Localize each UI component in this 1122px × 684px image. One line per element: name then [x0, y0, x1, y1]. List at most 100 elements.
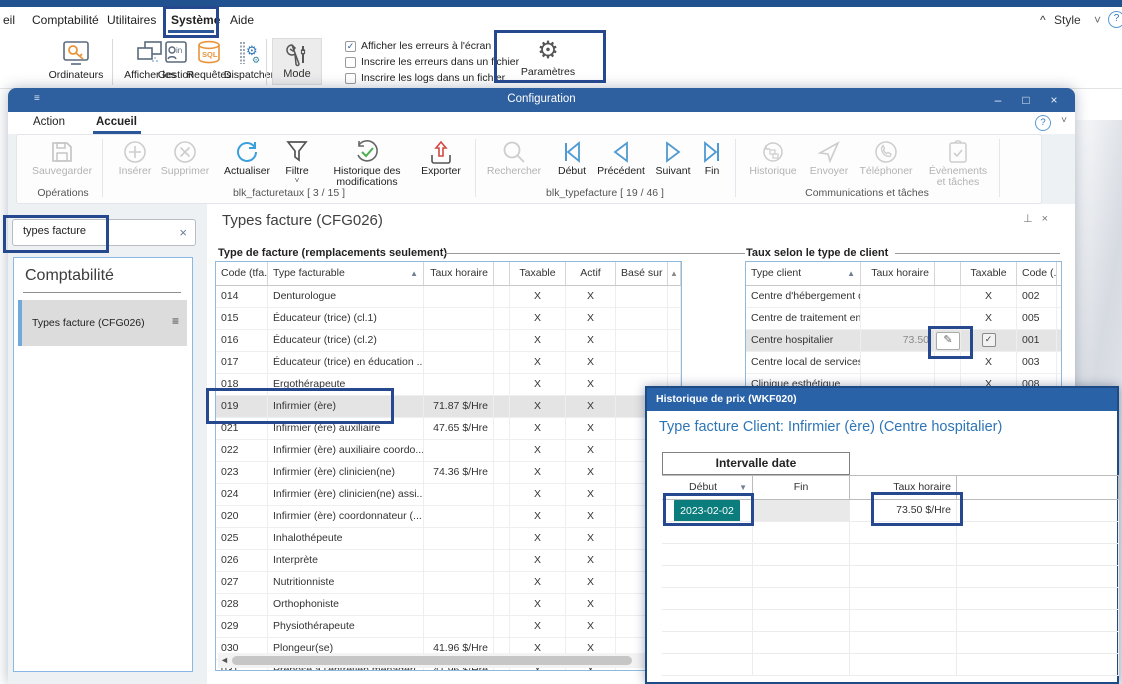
- mode-button[interactable]: Mode: [272, 38, 322, 85]
- filtre-button[interactable]: Filtre ˅: [279, 139, 315, 184]
- table-header-row[interactable]: Code (tfa...Type facturable▲Taux horaire…: [216, 262, 681, 286]
- inserer-button[interactable]: Insérer: [113, 139, 157, 177]
- ordinateurs-button[interactable]: Ordinateurs: [39, 39, 113, 81]
- telephoner-button[interactable]: Téléphoner: [855, 139, 917, 177]
- pin-icon[interactable]: ⊥: [1023, 213, 1042, 225]
- table-row[interactable]: Centre d'hébergement de soi...X002: [746, 286, 1061, 308]
- table-row[interactable]: 027NutritionnisteXX: [216, 572, 681, 594]
- envoyer-button[interactable]: Envoyer: [805, 139, 853, 177]
- selected-date-value[interactable]: 2023-02-02: [674, 500, 740, 521]
- fin-button[interactable]: Fin: [697, 139, 727, 177]
- table-row[interactable]: 022Infirmier (ère) auxiliaire coordo...X…: [216, 440, 681, 462]
- table-row[interactable]: 2023-02-0273.50 $/Hre: [662, 500, 1119, 522]
- table-row[interactable]: 024Infirmier (ère) clinicien(ne) assi...…: [216, 484, 681, 506]
- chevron-down-icon[interactable]: ˅: [1061, 115, 1067, 126]
- table-row[interactable]: 019Infirmier (ère)71.87 $/HreXX: [216, 396, 681, 418]
- clipped-ribbon-button[interactable]: es: [0, 39, 16, 81]
- table-row[interactable]: 017Éducateur (trice) en éducation ...XX: [216, 352, 681, 374]
- column-header[interactable]: Début▼: [662, 476, 753, 499]
- column-header[interactable]: [494, 262, 510, 285]
- empty-table-row[interactable]: [662, 544, 1119, 566]
- scrollbar-thumb[interactable]: [232, 656, 632, 665]
- clear-search-icon[interactable]: ×: [179, 225, 187, 240]
- table-row[interactable]: 015Éducateur (trice) (cl.1)XX: [216, 308, 681, 330]
- scroll-left-icon[interactable]: ◄: [220, 655, 229, 665]
- menu-item-utilitaires[interactable]: Utilitaires: [107, 13, 156, 27]
- scroll-up-icon[interactable]: ▲: [668, 262, 681, 285]
- column-header[interactable]: Type client▲: [746, 262, 861, 285]
- checkbox-afficher-erreurs[interactable]: ✓ Afficher les erreurs à l'écran: [345, 40, 491, 52]
- close-button[interactable]: ×: [1041, 92, 1067, 109]
- table-row[interactable]: Centre hospitalier73.50✎✓001: [746, 330, 1061, 352]
- empty-table-row[interactable]: [662, 522, 1119, 544]
- table-row[interactable]: Centre de traitement en dép...X005: [746, 308, 1061, 330]
- column-header[interactable]: Code (...: [1017, 262, 1057, 285]
- checkbox-inscrire-erreurs[interactable]: Inscrire les erreurs dans un fichier: [345, 56, 519, 68]
- column-header[interactable]: Taux horaire: [850, 476, 957, 499]
- modal-titlebar[interactable]: Historique de prix (WKF020): [647, 388, 1117, 411]
- menu-item-comptabilite[interactable]: Comptabilité: [32, 13, 99, 27]
- column-header[interactable]: Type facturable▲: [268, 262, 424, 285]
- column-header[interactable]: Actif: [566, 262, 616, 285]
- column-header[interactable]: [935, 262, 961, 285]
- search-input[interactable]: [21, 224, 165, 238]
- menu-item-systeme[interactable]: Système: [171, 13, 220, 27]
- table-row[interactable]: 014DenturologueXX: [216, 286, 681, 308]
- precedent-button[interactable]: Précédent: [593, 139, 649, 177]
- tab-action[interactable]: Action: [33, 116, 65, 128]
- tab-accueil[interactable]: Accueil: [96, 116, 137, 128]
- column-header[interactable]: Fin: [753, 476, 850, 499]
- close-panel-icon[interactable]: ×: [1042, 213, 1057, 225]
- chevron-down-icon[interactable]: ˅: [1094, 13, 1101, 27]
- debut-button[interactable]: Début: [553, 139, 591, 177]
- collapse-ribbon-icon[interactable]: ^: [1040, 13, 1046, 27]
- dispatcher-button[interactable]: ⚙ ⚙ Dispatcher: [218, 39, 280, 81]
- table-header-row[interactable]: Début▼FinTaux horaire: [662, 475, 1119, 500]
- menu-item-accueil[interactable]: eil: [3, 13, 15, 27]
- style-menu[interactable]: Style: [1054, 13, 1081, 27]
- column-header[interactable]: Taxable: [961, 262, 1017, 285]
- column-header[interactable]: Taux horaire: [861, 262, 935, 285]
- sauvegarder-button[interactable]: Sauvegarder: [29, 139, 95, 177]
- column-header[interactable]: Code (tfa...: [216, 262, 268, 285]
- table-row[interactable]: 023Infirmier (ère) clinicien(ne)74.36 $/…: [216, 462, 681, 484]
- maximize-button[interactable]: □: [1013, 92, 1039, 109]
- help-icon[interactable]: ?: [1108, 11, 1122, 28]
- historique-modifications-button[interactable]: Historique des modifications: [319, 139, 415, 188]
- empty-table-row[interactable]: [662, 566, 1119, 588]
- column-header[interactable]: Taux horaire: [424, 262, 494, 285]
- empty-table-row[interactable]: [662, 588, 1119, 610]
- hamburger-icon[interactable]: ≡: [172, 314, 179, 328]
- search-box[interactable]: ×: [12, 219, 196, 246]
- table-row[interactable]: 028OrthophonisteXX: [216, 594, 681, 616]
- help-icon[interactable]: ?: [1035, 115, 1051, 131]
- menu-item-aide[interactable]: Aide: [230, 13, 254, 27]
- table-row[interactable]: 016Éducateur (trice) (cl.2)XX: [216, 330, 681, 352]
- suivant-button[interactable]: Suivant: [651, 139, 695, 177]
- table-row[interactable]: 025InhalothépeuteXX: [216, 528, 681, 550]
- evenements-button[interactable]: Évènements et tâches: [923, 139, 993, 188]
- table-row[interactable]: 020Infirmier (ère) coordonnateur (...XX: [216, 506, 681, 528]
- edit-rate-button[interactable]: ✎: [936, 332, 960, 350]
- supprimer-button[interactable]: Supprimer: [157, 139, 213, 177]
- table-row[interactable]: 018ErgothérapeuteXX: [216, 374, 681, 396]
- column-header[interactable]: [957, 476, 1119, 499]
- horizontal-scrollbar[interactable]: ◄: [218, 653, 666, 668]
- rechercher-button[interactable]: Rechercher: [483, 139, 545, 177]
- column-header[interactable]: Taxable: [510, 262, 566, 285]
- configuration-titlebar[interactable]: ≡ Configuration – □ ×: [8, 88, 1075, 112]
- empty-table-row[interactable]: [662, 632, 1119, 654]
- minimize-button[interactable]: –: [985, 92, 1011, 109]
- table-row[interactable]: Centre local de services com...X003: [746, 352, 1061, 374]
- table-row[interactable]: 021Infirmier (ère) auxiliaire47.65 $/Hre…: [216, 418, 681, 440]
- table-row[interactable]: 026InterprèteXX: [216, 550, 681, 572]
- historique-button[interactable]: Historique: [743, 139, 803, 177]
- column-header[interactable]: [1057, 262, 1062, 285]
- checkbox-checked-icon[interactable]: ✓: [982, 333, 996, 347]
- table-header-row[interactable]: Type client▲Taux horaire TaxableCode (...: [746, 262, 1061, 286]
- column-header[interactable]: Basé sur: [616, 262, 668, 285]
- empty-table-row[interactable]: [662, 654, 1119, 676]
- sidebar-item-types-facture[interactable]: Types facture (CFG026) ≡: [18, 300, 187, 346]
- empty-table-row[interactable]: [662, 610, 1119, 632]
- actualiser-button[interactable]: Actualiser: [219, 139, 275, 177]
